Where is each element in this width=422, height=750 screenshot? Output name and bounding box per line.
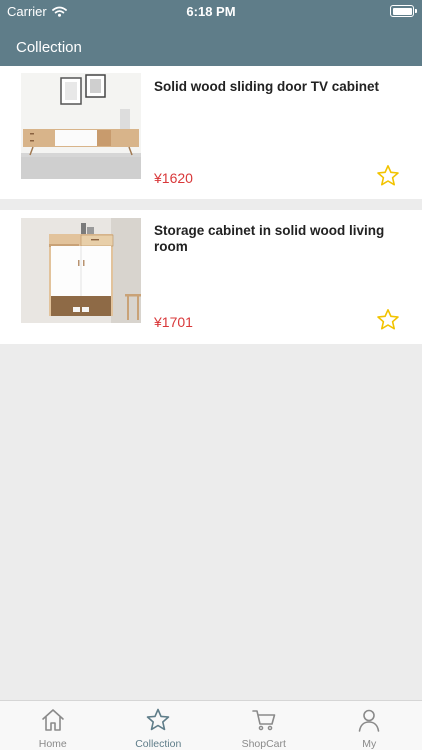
tab-shopcart[interactable]: ShopCart bbox=[211, 701, 317, 750]
tab-collection-label: Collection bbox=[135, 738, 182, 750]
list-item[interactable]: Solid wood sliding door TV cabinet ¥1620 bbox=[0, 66, 422, 199]
page-title: Collection bbox=[16, 39, 82, 56]
tab-home-label: Home bbox=[38, 738, 67, 750]
collection-list: Solid wood sliding door TV cabinet ¥1620 bbox=[0, 66, 422, 344]
favorite-star-icon[interactable] bbox=[376, 164, 400, 188]
storage-cabinet-photo bbox=[21, 218, 141, 323]
battery-icon bbox=[390, 5, 417, 17]
person-icon bbox=[358, 709, 380, 732]
list-item[interactable]: Storage cabinet in solid wood living roo… bbox=[0, 210, 422, 344]
favorite-star-icon[interactable] bbox=[376, 308, 400, 332]
home-icon bbox=[41, 709, 64, 731]
status-time: 6:18 PM bbox=[186, 4, 236, 19]
tab-home[interactable]: Home bbox=[0, 701, 106, 750]
tv-cabinet-photo bbox=[21, 73, 141, 179]
product-price: ¥1701 bbox=[154, 314, 193, 330]
app-header: Carrier 6:18 PM Collection bbox=[0, 0, 422, 66]
product-price: ¥1620 bbox=[154, 170, 193, 186]
cart-icon bbox=[251, 710, 276, 731]
product-name[interactable]: Solid wood sliding door TV cabinet bbox=[154, 79, 394, 95]
product-image[interactable] bbox=[21, 73, 141, 179]
tab-shopcart-label: ShopCart bbox=[241, 738, 286, 750]
status-bar: Carrier 6:18 PM bbox=[0, 0, 422, 22]
star-icon bbox=[146, 708, 170, 731]
product-name[interactable]: Storage cabinet in solid wood living roo… bbox=[154, 223, 394, 255]
product-image[interactable] bbox=[21, 218, 141, 323]
tab-my-label: My bbox=[362, 738, 377, 750]
tab-bar: Home Collection ShopCart My bbox=[0, 700, 422, 750]
tab-collection[interactable]: Collection bbox=[106, 701, 212, 750]
tab-my[interactable]: My bbox=[317, 701, 422, 750]
